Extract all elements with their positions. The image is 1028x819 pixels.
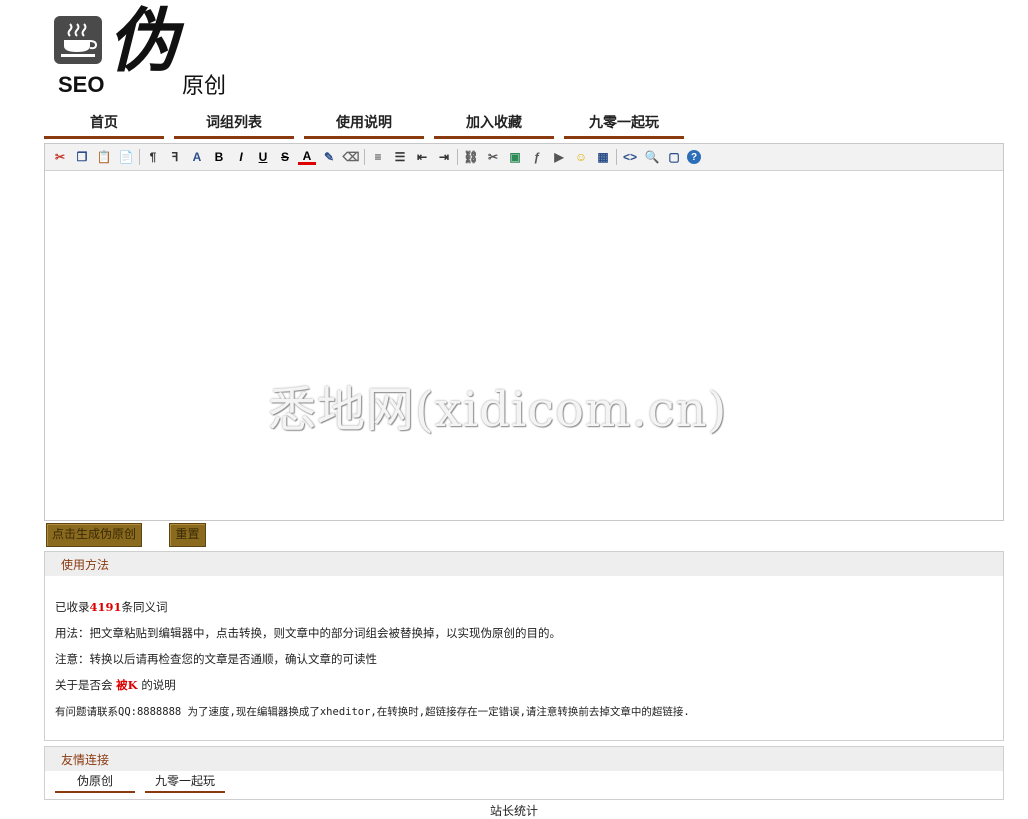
friend-links-panel: 友情连接 伪原创 九零一起玩 xyxy=(44,746,1004,800)
watermark: 悉地网(xidicom.cn) xyxy=(268,382,728,438)
generate-button[interactable]: 点击生成伪原创 xyxy=(46,523,142,547)
image-icon[interactable]: ▣ xyxy=(506,148,524,166)
copy-icon[interactable]: ❐ xyxy=(73,148,91,166)
flash-icon[interactable]: ƒ xyxy=(528,148,546,166)
fullscreen-icon[interactable]: ▢ xyxy=(665,148,683,166)
media-icon[interactable]: ▶ xyxy=(550,148,568,166)
font-size-icon[interactable]: A xyxy=(188,148,206,166)
italic-icon[interactable]: I xyxy=(232,148,250,166)
rich-text-editor: ✂ ❐ 📋 📄 ¶ ꟻ A B I U S A ✎ ⌫ ≡ ☰ ⇤ ⇥ ⛓ ✂ … xyxy=(44,143,1004,521)
indent-icon[interactable]: ⇥ xyxy=(435,148,453,166)
outdent-icon[interactable]: ⇤ xyxy=(413,148,431,166)
paste-text-icon[interactable]: 📄 xyxy=(117,148,135,166)
count-prefix: 已收录 xyxy=(55,600,90,614)
font-family-icon[interactable]: ꟻ xyxy=(166,148,184,166)
friend-links-title: 友情连接 xyxy=(45,747,1003,771)
table-icon[interactable]: ▦ xyxy=(594,148,612,166)
k-note-suffix: 的说明 xyxy=(141,678,176,692)
nav-home[interactable]: 首页 xyxy=(44,112,164,139)
editor-content-area[interactable] xyxy=(45,171,1003,520)
usage-panel: 使用方法 已收录4191条同义词 用法：把文章粘贴到编辑器中，点击转换，则文章中… xyxy=(44,551,1004,741)
friend-link-wei-yuanchuang[interactable]: 伪原创 xyxy=(55,771,135,793)
bold-icon[interactable]: B xyxy=(210,148,228,166)
preview-icon[interactable]: 🔍 xyxy=(643,148,661,166)
contact-line: 有问题请联系QQ:8888888 为了速度,现在编辑器换成了xheditor,在… xyxy=(55,706,690,718)
synonym-count: 已收录4191条同义词 xyxy=(55,599,168,615)
source-icon[interactable]: <> xyxy=(621,148,639,166)
k-note-red: 被K xyxy=(116,678,138,692)
reset-button[interactable]: 重置 xyxy=(169,523,206,547)
site-logo[interactable]: SEO 伪 原创 xyxy=(52,6,242,102)
align-icon[interactable]: ≡ xyxy=(369,148,387,166)
usage-line: 用法：把文章粘贴到编辑器中，点击转换，则文章中的部分词组会被替换掉，以实现伪原创… xyxy=(55,626,561,640)
toolbar-separator xyxy=(616,149,617,165)
cut-icon[interactable]: ✂ xyxy=(51,148,69,166)
strikethrough-icon[interactable]: S xyxy=(276,148,294,166)
unlink-icon[interactable]: ✂ xyxy=(484,148,502,166)
usage-panel-title: 使用方法 xyxy=(45,552,1003,576)
block-icon[interactable]: ¶ xyxy=(144,148,162,166)
nav-bookmark[interactable]: 加入收藏 xyxy=(434,112,554,139)
count-value: 4191 xyxy=(89,600,122,614)
k-note[interactable]: 关于是否会 被K 的说明 xyxy=(55,677,176,693)
nav-word-list[interactable]: 词组列表 xyxy=(174,112,294,139)
list-icon[interactable]: ☰ xyxy=(391,148,409,166)
remove-format-icon[interactable]: ⌫ xyxy=(342,148,360,166)
toolbar-separator xyxy=(139,149,140,165)
background-color-icon[interactable]: ✎ xyxy=(320,148,338,166)
friend-link-play-together[interactable]: 九零一起玩 xyxy=(145,771,225,793)
font-color-icon[interactable]: A xyxy=(298,149,316,165)
logo-seo-text: SEO xyxy=(58,72,105,97)
site-stats-link[interactable]: 站长统计 xyxy=(0,802,1028,819)
nav-play-together[interactable]: 九零一起玩 xyxy=(564,112,684,139)
about-icon[interactable]: ? xyxy=(687,150,701,164)
k-note-prefix: 关于是否会 xyxy=(55,678,113,692)
underline-icon[interactable]: U xyxy=(254,148,272,166)
logo-subtitle: 原创 xyxy=(182,74,227,99)
toolbar-separator xyxy=(364,149,365,165)
coffee-cup-icon xyxy=(54,16,102,64)
link-icon[interactable]: ⛓ xyxy=(462,148,480,166)
count-suffix: 条同义词 xyxy=(121,600,168,614)
paste-icon[interactable]: 📋 xyxy=(95,148,113,166)
emoticon-icon[interactable]: ☺ xyxy=(572,148,590,166)
editor-toolbar: ✂ ❐ 📋 📄 ¶ ꟻ A B I U S A ✎ ⌫ ≡ ☰ ⇤ ⇥ ⛓ ✂ … xyxy=(45,144,1003,171)
notice-line: 注意：转换以后请再检查您的文章是否通顺，确认文章的可读性 xyxy=(55,652,377,666)
nav-instructions[interactable]: 使用说明 xyxy=(304,112,424,139)
logo-calligraphy: 伪 xyxy=(108,0,178,82)
toolbar-separator xyxy=(457,149,458,165)
